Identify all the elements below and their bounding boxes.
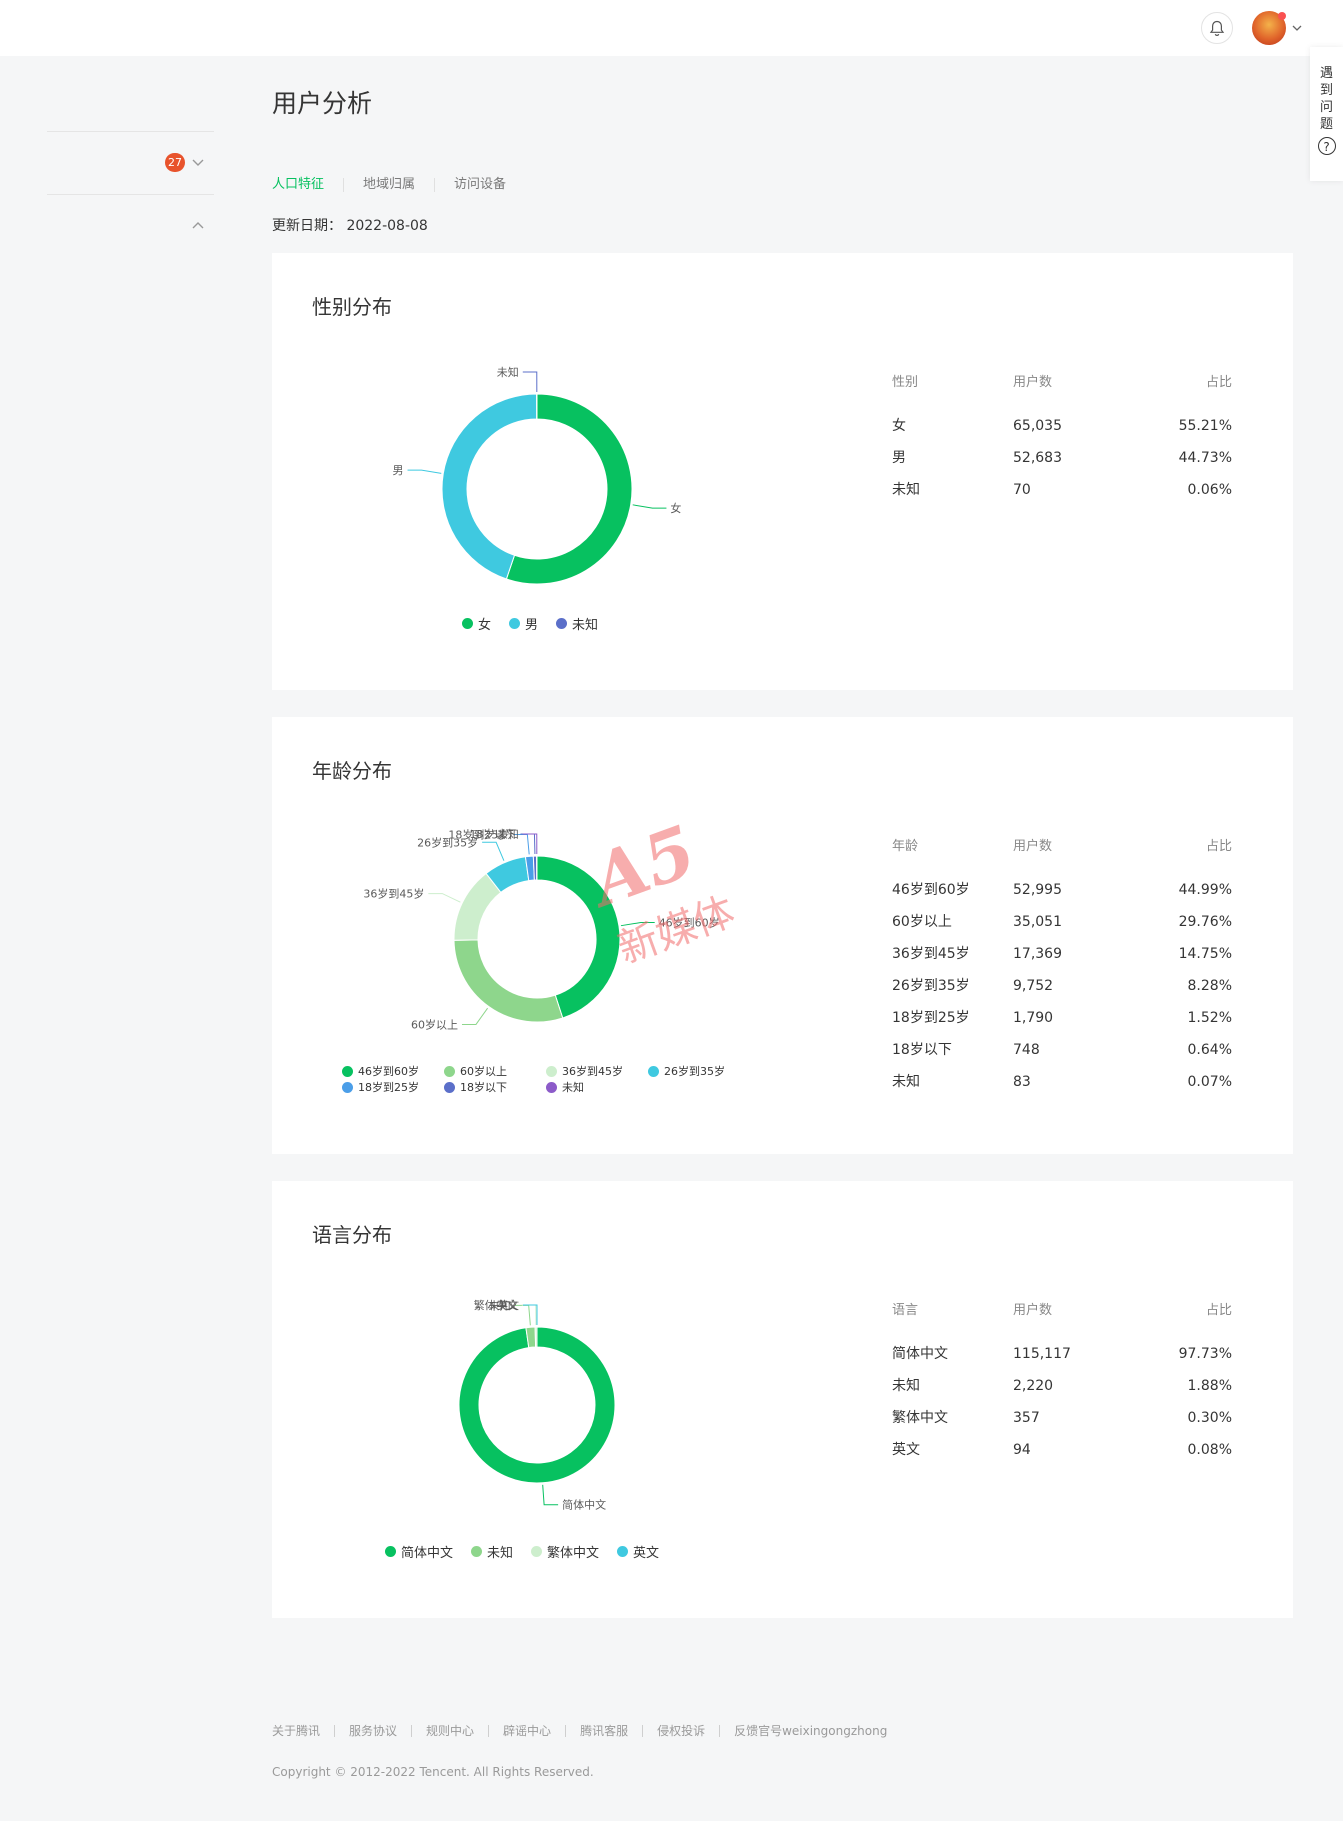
chart-legend: 46岁到60岁 60岁以上 36岁到45岁 26岁到35岁 18岁到25岁 18… — [342, 1063, 762, 1095]
leader-line — [482, 841, 505, 861]
footer-links: 关于腾讯 服务协议 规则中心 辟谣中心 腾讯客服 侵权投诉 反馈官号weixin… — [272, 1725, 901, 1737]
donut-slice[interactable] — [441, 393, 538, 580]
donut-slice[interactable] — [458, 1326, 616, 1484]
leader-line — [428, 893, 461, 903]
sidebar-divider — [47, 131, 214, 132]
chevron-up-icon[interactable] — [191, 220, 205, 230]
slice-label: 60岁以上 — [411, 1017, 458, 1031]
top-bar — [0, 0, 1343, 56]
update-date: 更新日期： 2022-08-08 — [272, 215, 428, 235]
table-row: 未知 83 0.07% — [892, 1074, 1232, 1090]
footer-link[interactable]: 辟谣中心 — [488, 1725, 565, 1737]
legend-item[interactable]: 18岁到25岁 — [342, 1079, 444, 1095]
slice-label: 未知 — [497, 827, 519, 841]
table-row: 46岁到60岁 52,995 44.99% — [892, 882, 1232, 898]
legend-item[interactable]: 46岁到60岁 — [342, 1063, 444, 1079]
update-value: 2022-08-08 — [346, 218, 428, 234]
age-card: 年龄分布 46岁到60岁 60岁以上 36岁到45岁 26岁到35岁 18岁到25岁 18… — [272, 717, 1293, 1154]
slice-label: 未知 — [497, 365, 519, 379]
table-header: 语言 用户数 占比 — [892, 1303, 1232, 1318]
sidebar-divider — [47, 194, 214, 195]
tab-device[interactable]: 访问设备 — [434, 178, 525, 192]
tab-region[interactable]: 地域归属 — [343, 178, 434, 192]
age-table: 年龄 用户数 占比 46岁到60岁 52,995 44.99% 60岁以上 35,051 2… — [892, 835, 1232, 1104]
question-icon: ? — [1317, 137, 1336, 155]
page-title: 用户分析 — [272, 89, 373, 118]
footer-link[interactable]: 腾讯客服 — [565, 1725, 642, 1737]
legend-item[interactable]: 60岁以上 — [444, 1063, 546, 1079]
language-table: 语言 用户数 占比 简体中文 115,117 97.73% 未知 2,220 1.88% 繁… — [892, 1299, 1232, 1472]
chevron-down-icon[interactable] — [1290, 22, 1304, 34]
legend-item[interactable]: 男 — [509, 614, 538, 633]
leader-line — [522, 371, 538, 393]
tab-demographics[interactable]: 人口特征 — [272, 178, 343, 192]
slice-label: 简体中文 — [562, 1498, 606, 1512]
donut-slice[interactable] — [505, 393, 633, 585]
leader-line — [461, 1007, 489, 1025]
chart-legend: 简体中文 未知 繁体中文 英文 — [385, 1542, 677, 1561]
help-panel[interactable]: 遇到问题 ? — [1310, 47, 1343, 181]
table-row: 26岁到35岁 9,752 8.28% — [892, 978, 1232, 994]
gender-table: 性别 用户数 占比 女 65,035 55.21% 男 52,683 44.73% 未知… — [892, 371, 1232, 512]
legend-item[interactable]: 简体中文 — [385, 1542, 453, 1561]
table-header: 性别 用户数 占比 — [892, 371, 1232, 391]
chart-legend: 女 男 未知 — [462, 614, 616, 633]
footer-link[interactable]: 侵权投诉 — [642, 1725, 719, 1737]
table-row: 简体中文 115,117 97.73% — [892, 1346, 1232, 1362]
legend-item[interactable]: 36岁到45岁 — [546, 1063, 648, 1079]
table-row: 繁体中文 357 0.30% — [892, 1410, 1232, 1426]
slice-label: 男 — [393, 464, 404, 477]
gender-card: 性别分布 女男未知 性别 用户数 占比 女 65,035 55.21% 男 52,68… — [272, 253, 1293, 690]
footer-link[interactable]: 关于腾讯 — [272, 1725, 334, 1737]
bell-icon[interactable] — [1201, 12, 1233, 44]
table-header: 年龄 用户数 占比 — [892, 839, 1232, 854]
footer-link[interactable]: 规则中心 — [411, 1725, 488, 1737]
legend-item[interactable]: 女 — [462, 614, 491, 633]
notification-badge: 27 — [165, 153, 185, 172]
table-row: 未知 70 0.06% — [892, 482, 1232, 498]
legend-item[interactable]: 未知 — [556, 614, 598, 633]
slice-label: 36岁到45岁 — [363, 887, 424, 901]
legend-item[interactable]: 未知 — [471, 1542, 513, 1561]
donut-slice[interactable] — [453, 939, 564, 1023]
table-row: 英文 94 0.08% — [892, 1442, 1232, 1458]
legend-item[interactable]: 18岁以下 — [444, 1079, 546, 1095]
help-text: 遇到问题 — [1319, 66, 1333, 132]
table-row: 36岁到45岁 17,369 14.75% — [892, 946, 1232, 962]
slice-label: 英文 — [497, 1298, 519, 1312]
tab-bar: 人口特征 地域归属 访问设备 — [272, 178, 525, 192]
table-row: 18岁以下 748 0.64% — [892, 1042, 1232, 1058]
header-cell: 用户数 — [1013, 375, 1053, 390]
header-cell: 性别 — [892, 375, 919, 390]
slice-label: 女 — [670, 501, 681, 515]
leader-line — [542, 1484, 559, 1506]
legend-item[interactable]: 英文 — [617, 1542, 659, 1561]
header-cell: 占比 — [1205, 375, 1232, 390]
footer-link[interactable]: 服务协议 — [334, 1725, 411, 1737]
legend-item[interactable]: 26岁到35岁 — [648, 1063, 750, 1079]
table-row: 女 65,035 55.21% — [892, 418, 1232, 434]
table-row: 未知 2,220 1.88% — [892, 1378, 1232, 1394]
copyright: Copyright © 2012-2022 Tencent. All Right… — [272, 1765, 594, 1779]
notification-dot — [1278, 12, 1286, 20]
table-row: 60岁以上 35,051 29.76% — [892, 914, 1232, 930]
leader-line — [632, 504, 667, 509]
table-row: 男 52,683 44.73% — [892, 450, 1232, 466]
table-row: 18岁到25岁 1,790 1.52% — [892, 1010, 1232, 1026]
leader-line — [407, 469, 442, 474]
chevron-down-icon[interactable] — [191, 158, 205, 168]
language-card: 语言分布 简体中文 未知 繁体中文 英文 语言 用户数 占比 简体中文 115,117 97.… — [272, 1181, 1293, 1618]
footer-link[interactable]: 反馈官号weixingongzhong — [719, 1725, 901, 1737]
update-label: 更新日期： — [272, 218, 342, 234]
legend-item[interactable]: 繁体中文 — [531, 1542, 599, 1561]
legend-item[interactable]: 未知 — [546, 1079, 648, 1095]
